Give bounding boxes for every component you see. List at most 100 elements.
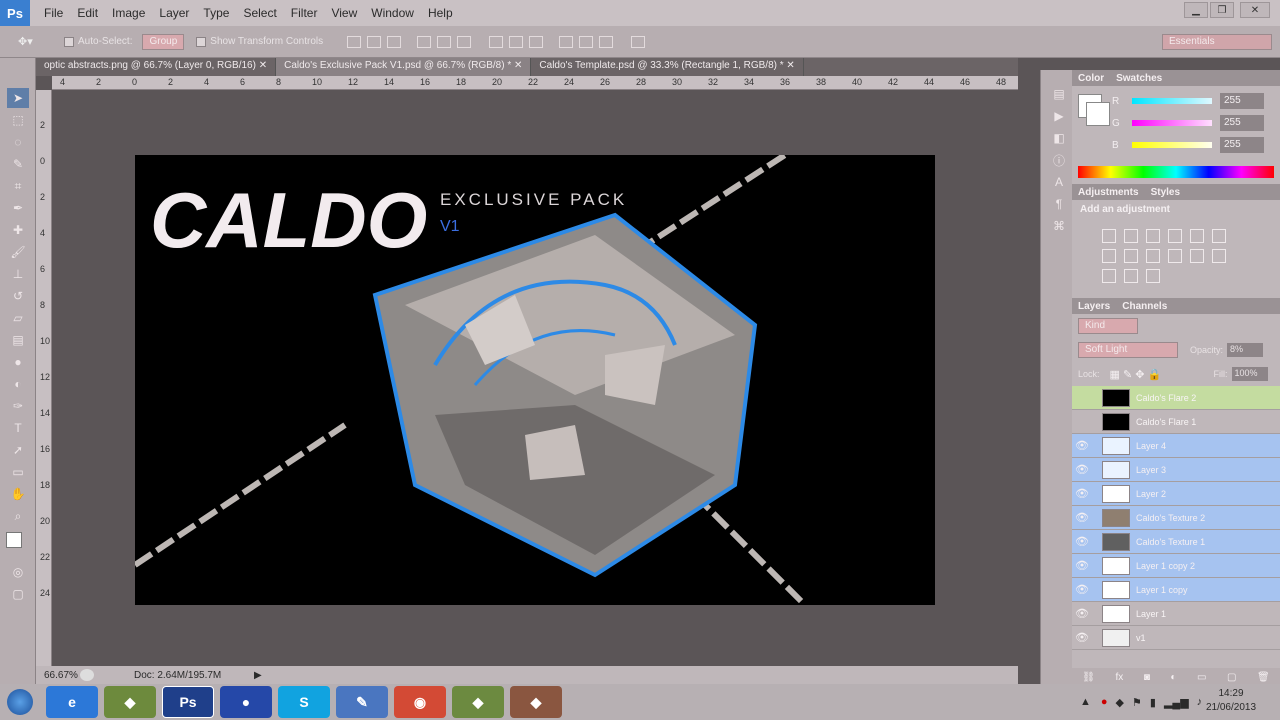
properties-panel-icon[interactable]: ◧ xyxy=(1048,128,1070,148)
zoom-tool-icon[interactable]: ⌕ xyxy=(7,506,29,526)
zoom-level[interactable]: 66.67% xyxy=(36,670,80,681)
minimize-button[interactable]: ▁ xyxy=(1184,2,1208,18)
menu-type[interactable]: Type xyxy=(203,6,229,20)
shape-tool-icon[interactable]: ▭ xyxy=(7,462,29,482)
auto-select-checkbox[interactable] xyxy=(64,36,74,47)
hand-tool-icon[interactable]: ✋ xyxy=(7,484,29,504)
tab-layers[interactable]: Layers xyxy=(1078,301,1110,312)
bg-swatch[interactable] xyxy=(1086,102,1110,126)
layer-name[interactable]: Caldo's Flare 2 xyxy=(1136,393,1196,403)
eye-icon[interactable]: 👁 xyxy=(1072,607,1092,620)
tray-app-icon[interactable]: ● xyxy=(1101,696,1108,708)
app-icon[interactable]: ◆ xyxy=(452,686,504,718)
align-hcenter-icon[interactable] xyxy=(437,35,452,48)
tray-arrow-icon[interactable]: ▲ xyxy=(1080,696,1091,708)
r-value[interactable]: 255 xyxy=(1220,93,1264,109)
eye-icon[interactable]: 👁 xyxy=(1072,631,1092,644)
healing-tool-icon[interactable]: ✚ xyxy=(7,220,29,240)
workspace-dropdown[interactable]: Essentials xyxy=(1162,33,1272,50)
maximize-button[interactable]: ❐ xyxy=(1210,2,1234,18)
tab-swatches[interactable]: Swatches xyxy=(1116,73,1162,84)
align-vcenter-icon[interactable] xyxy=(367,35,382,48)
move-tool-icon[interactable]: ✥▾ xyxy=(18,35,58,48)
r-slider[interactable] xyxy=(1132,98,1212,104)
menu-edit[interactable]: Edit xyxy=(77,6,98,20)
b-slider[interactable] xyxy=(1132,142,1212,148)
tray-battery-icon[interactable]: ▮ xyxy=(1150,696,1156,709)
brush-tool-icon[interactable]: 🖌 xyxy=(7,242,29,262)
layer-row[interactable]: 👁 Layer 1 xyxy=(1072,602,1280,626)
photo-filter-icon[interactable] xyxy=(1146,249,1160,263)
group-dropdown[interactable]: Group xyxy=(142,33,185,50)
menu-view[interactable]: View xyxy=(331,6,357,20)
tab-adjustments[interactable]: Adjustments xyxy=(1078,187,1139,198)
eye-icon[interactable]: 👁 xyxy=(1072,487,1092,500)
layer-row[interactable]: Caldo's Flare 1 xyxy=(1072,410,1280,434)
group-icon[interactable]: ▭ xyxy=(1197,672,1206,683)
photoshop-taskbar-icon[interactable]: Ps xyxy=(162,686,214,718)
distribute-vcenter-icon[interactable] xyxy=(509,35,524,48)
layer-name[interactable]: v1 xyxy=(1136,633,1146,643)
tray-network-icon[interactable]: ▂▄▆ xyxy=(1164,696,1189,709)
hue-sat-icon[interactable] xyxy=(1212,229,1226,243)
menu-filter[interactable]: Filter xyxy=(291,6,318,20)
layer-name[interactable]: Layer 1 copy 2 xyxy=(1136,561,1195,571)
tab-styles[interactable]: Styles xyxy=(1151,187,1180,198)
distribute-right-icon[interactable] xyxy=(599,35,614,48)
align-right-icon[interactable] xyxy=(457,35,472,48)
distribute-bottom-icon[interactable] xyxy=(529,35,544,48)
layer-name[interactable]: Layer 3 xyxy=(1136,465,1166,475)
dodge-tool-icon[interactable]: ◐ xyxy=(7,374,29,394)
menu-file[interactable]: File xyxy=(44,6,63,20)
layer-name[interactable]: Layer 2 xyxy=(1136,489,1166,499)
distribute-top-icon[interactable] xyxy=(489,35,504,48)
layer-name[interactable]: Caldo's Texture 2 xyxy=(1136,513,1205,523)
path-select-tool-icon[interactable]: ➚ xyxy=(7,440,29,460)
clock[interactable]: 14:29 21/06/2013 xyxy=(1196,687,1266,715)
actions-panel-icon[interactable]: ▶ xyxy=(1048,106,1070,126)
trash-icon[interactable]: 🗑 xyxy=(1257,672,1270,683)
vibrance-icon[interactable] xyxy=(1190,229,1204,243)
opacity-value[interactable]: 8% xyxy=(1227,343,1264,357)
document-canvas[interactable]: CALDO EXCLUSIVE PACK V1 xyxy=(133,152,935,608)
menu-help[interactable]: Help xyxy=(428,6,453,20)
menu-select[interactable]: Select xyxy=(243,6,276,20)
menu-window[interactable]: Window xyxy=(371,6,414,20)
color-lookup-icon[interactable] xyxy=(1190,249,1204,263)
type-tool-icon[interactable]: T xyxy=(7,418,29,438)
posterize-icon[interactable] xyxy=(1102,269,1116,283)
layer-row[interactable]: 👁 Layer 3 xyxy=(1072,458,1280,482)
channel-mixer-icon[interactable] xyxy=(1168,249,1182,263)
tab-channels[interactable]: Channels xyxy=(1122,301,1167,312)
exposure-icon[interactable] xyxy=(1168,229,1182,243)
stamp-tool-icon[interactable]: ⊥ xyxy=(7,264,29,284)
layer-name[interactable]: Layer 1 copy xyxy=(1136,585,1188,595)
eye-icon[interactable]: 👁 xyxy=(1072,559,1092,572)
quick-select-tool-icon[interactable]: ✎ xyxy=(7,154,29,174)
layer-row[interactable]: 👁 Layer 1 copy 2 xyxy=(1072,554,1280,578)
adjustment-icon[interactable]: ◐ xyxy=(1170,672,1176,683)
eye-icon[interactable]: 👁 xyxy=(1072,583,1092,596)
auto-align-icon[interactable] xyxy=(631,35,646,48)
link-icon[interactable]: ⛓ xyxy=(1082,672,1095,683)
layer-name[interactable]: Layer 1 xyxy=(1136,609,1166,619)
mask-icon[interactable]: ◙ xyxy=(1144,672,1150,683)
pen-tool-icon[interactable]: ✑ xyxy=(7,396,29,416)
history-panel-icon[interactable]: ▤ xyxy=(1048,84,1070,104)
eye-icon[interactable]: 👁 xyxy=(1072,511,1092,524)
globe-icon[interactable]: ● xyxy=(220,686,272,718)
layer-row[interactable]: 👁 Layer 4 xyxy=(1072,434,1280,458)
menu-image[interactable]: Image xyxy=(112,6,145,20)
eye-icon[interactable]: 👁 xyxy=(1072,535,1092,548)
selective-color-icon[interactable] xyxy=(1146,269,1160,283)
history-brush-tool-icon[interactable]: ↺ xyxy=(7,286,29,306)
tab-caldo-exclusive[interactable]: Caldo's Exclusive Pack V1.psd @ 66.7% (R… xyxy=(276,58,532,76)
lock-icons[interactable]: ▦ ✎ ✥ 🔒 xyxy=(1110,368,1174,381)
tab-optic-abstracts[interactable]: optic abstracts.png @ 66.7% (Layer 0, RG… xyxy=(36,58,277,76)
new-layer-icon[interactable]: ▢ xyxy=(1227,672,1236,683)
crop-tool-icon[interactable]: ⌗ xyxy=(7,176,29,196)
lasso-tool-icon[interactable]: ◌ xyxy=(7,132,29,152)
ie-icon[interactable]: e xyxy=(46,686,98,718)
layer-name[interactable]: Caldo's Texture 1 xyxy=(1136,537,1205,547)
menu-layer[interactable]: Layer xyxy=(159,6,189,20)
